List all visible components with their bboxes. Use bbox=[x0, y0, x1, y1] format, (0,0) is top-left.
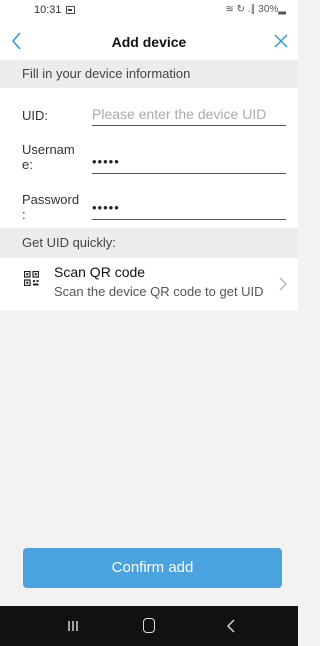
get-uid-header: Get UID quickly: bbox=[0, 228, 298, 258]
uid-input[interactable] bbox=[92, 102, 286, 126]
username-input[interactable] bbox=[92, 150, 286, 174]
back-button[interactable] bbox=[4, 26, 34, 56]
username-label-line2: e: bbox=[22, 157, 33, 172]
username-row: Usernam e: bbox=[0, 136, 298, 182]
status-bar: 10:31 ≋ ↻ .∥ 30%▂ bbox=[0, 0, 298, 22]
page-title: Add device bbox=[111, 34, 187, 50]
system-nav-bar bbox=[0, 606, 298, 646]
home-icon[interactable] bbox=[143, 618, 155, 633]
status-time: 10:31 bbox=[34, 4, 62, 16]
recents-icon[interactable] bbox=[67, 620, 79, 632]
uid-label: UID: bbox=[22, 108, 48, 123]
gallery-notification-icon bbox=[66, 6, 75, 14]
chevron-left-icon bbox=[11, 32, 21, 50]
password-label: Password : bbox=[22, 192, 86, 222]
device-info-header: Fill in your device information bbox=[0, 60, 298, 88]
close-icon bbox=[274, 34, 288, 48]
password-label-line1: Password bbox=[22, 192, 80, 207]
close-button[interactable] bbox=[266, 26, 296, 56]
device-info-form: UID: Usernam e: Password : bbox=[0, 88, 298, 228]
scan-qr-row[interactable]: Scan QR code Scan the device QR code to … bbox=[0, 258, 298, 310]
password-label-line2: : bbox=[22, 207, 26, 222]
status-indicators: ≋ ↻ .∥ 30%▂ bbox=[225, 4, 286, 15]
password-row: Password : bbox=[0, 184, 298, 226]
username-label: Usernam e: bbox=[22, 142, 86, 172]
system-back-icon[interactable] bbox=[226, 619, 236, 633]
password-input[interactable] bbox=[92, 196, 286, 220]
username-label-line1: Usernam bbox=[22, 142, 75, 157]
confirm-add-button[interactable]: Confirm add bbox=[23, 548, 282, 588]
scan-qr-subtitle: Scan the device QR code to get UID bbox=[54, 284, 264, 299]
qr-code-icon bbox=[24, 271, 39, 286]
add-device-screen: 10:31 ≋ ↻ .∥ 30%▂ Add device Fill in you… bbox=[0, 0, 298, 646]
chevron-right-icon bbox=[279, 277, 287, 291]
nav-bar: Add device bbox=[0, 22, 298, 60]
uid-row: UID: bbox=[0, 94, 298, 134]
scan-qr-title: Scan QR code bbox=[54, 264, 146, 280]
